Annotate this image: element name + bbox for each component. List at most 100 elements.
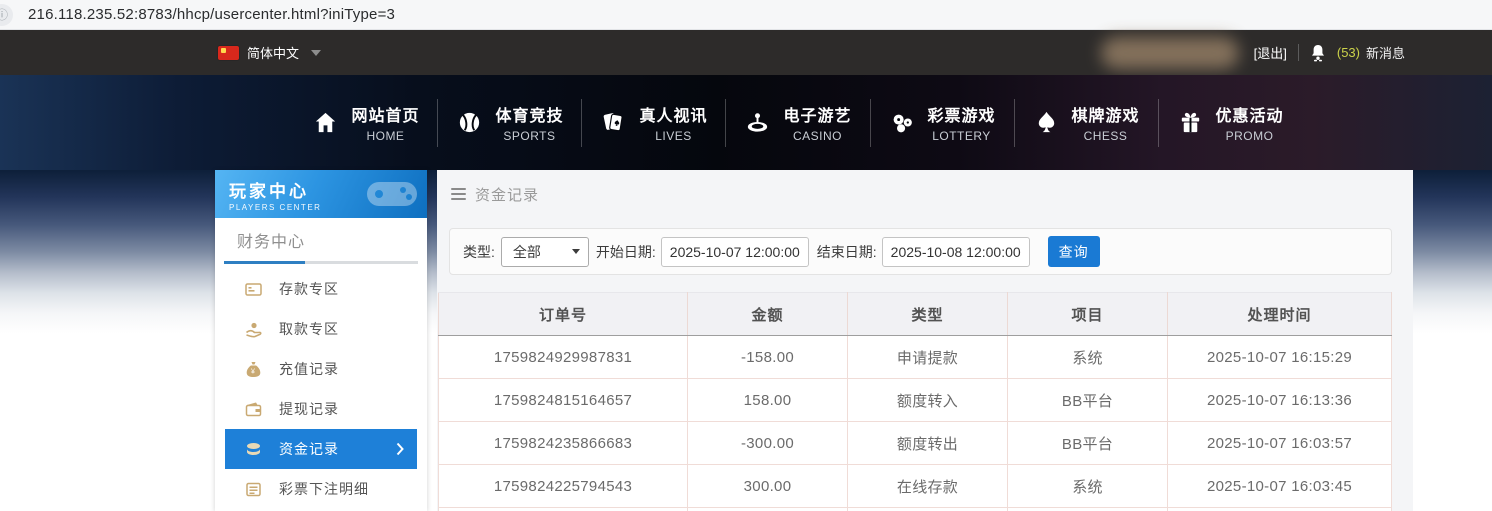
summary-label: 当前页统计 [439,508,688,511]
chevron-down-icon [311,50,321,56]
nav-item-lives[interactable]: 真人视讯 LIVES [582,102,725,143]
top-utility-bar: 简体中文 [退出] (53) 新消息 [0,30,1492,75]
nav-item-promo[interactable]: 优惠活动 PROMO [1159,102,1302,143]
cell-type: 额度转入 [848,379,1008,422]
filter-bar: 类型: 全部 开始日期: 结束日期: 查询 [449,228,1392,275]
nav-item-home[interactable]: 网站首页 HOME [294,102,437,143]
cell-type: 额度转出 [848,422,1008,465]
hamburger-icon [451,188,466,200]
sidebar-header: 玩家中心 PLAYERS CENTER [215,170,427,218]
svg-text:¥: ¥ [251,368,256,375]
cell-project: 系统 [1008,336,1168,379]
breadcrumb: 资金记录 [437,170,1413,218]
url-text[interactable]: 216.118.235.52:8783/hhcp/usercenter.html… [28,6,395,23]
nav-label-en: CASINO [793,129,842,143]
sidebar-menu: 存款专区 取款专区 ¥ 充值记录 [215,269,427,509]
nav-item-casino[interactable]: 电子游艺 CASINO [726,102,869,143]
funds-records-table: 订单号 金额 类型 项目 处理时间 1759824929987831 -158.… [438,292,1392,511]
nav-label-en: SPORTS [503,129,555,143]
site-info-icon[interactable]: ⓘ [0,4,13,26]
table-row: 1759824929987831 -158.00 申请提款 系统 2025-10… [439,336,1392,379]
header-amount: 金额 [688,293,848,336]
table-header-row: 订单号 金额 类型 项目 处理时间 [439,293,1392,336]
roulette-icon [744,109,771,136]
sidebar-item-funds-records[interactable]: 资金记录 [225,429,417,469]
nav-label-en: PROMO [1226,129,1274,143]
coins-icon [245,441,262,458]
nav-item-lottery[interactable]: 彩票游戏 LOTTERY [871,102,1014,143]
sidebar-item-label: 取款专区 [279,319,339,339]
end-date-input[interactable] [882,237,1030,267]
browser-address-bar[interactable]: ⓘ 216.118.235.52:8783/hhcp/usercenter.ht… [0,0,1492,30]
section-underline-accent [224,261,305,264]
section-underline [224,261,418,264]
table-row: 1759824225794543 300.00 在线存款 系统 2025-10-… [439,465,1392,508]
nav-label-zh: 棋牌游戏 [1072,102,1140,126]
nav-item-chess[interactable]: 棋牌游戏 CHESS [1015,102,1158,143]
page-background: 玩家中心 PLAYERS CENTER 财务中心 存款专区 [0,170,1492,511]
home-icon [312,109,339,136]
message-count-badge: (53) [1337,45,1360,60]
nav-label-en: LOTTERY [932,129,991,143]
end-date-label: 结束日期: [817,242,877,262]
sidebar-item-lottery-bet-details[interactable]: 彩票下注明细 [225,469,417,509]
nav-label-en: CHESS [1084,129,1128,143]
type-select[interactable]: 全部 [501,237,589,267]
nav-label-zh: 体育竞技 [495,102,563,126]
nav-label-en: LIVES [655,129,692,143]
header-order-no: 订单号 [439,293,688,336]
sidebar-item-label: 存款专区 [279,279,339,299]
chevron-right-icon [396,442,404,456]
nav-label-zh: 彩票游戏 [928,102,996,126]
bell-icon[interactable] [1310,44,1326,62]
breadcrumb-label: 资金记录 [475,184,539,205]
username-redacted [1101,37,1239,69]
wallet-icon [245,401,262,418]
cell-empty [1008,508,1168,511]
query-button[interactable]: 查询 [1048,236,1100,267]
cell-order-no: 1759824929987831 [439,336,688,379]
playing-cards-icon [600,109,627,136]
language-selector[interactable]: 简体中文 [218,43,321,62]
cell-process-time: 2025-10-07 16:15:29 [1168,336,1392,379]
cell-order-no: 1759824815164657 [439,379,688,422]
sports-ball-icon [456,109,483,136]
cell-process-time: 2025-10-07 16:03:45 [1168,465,1392,508]
logout-button[interactable]: [退出] [1254,43,1287,62]
sidebar-item-deposit-zone[interactable]: 存款专区 [225,269,417,309]
sidebar-item-recharge-records[interactable]: ¥ 充值记录 [225,349,417,389]
sidebar-item-withdraw-zone[interactable]: 取款专区 [225,309,417,349]
start-date-label: 开始日期: [596,242,656,262]
list-document-icon [245,481,262,498]
cell-amount: 300.00 [688,465,848,508]
divider [1298,44,1299,61]
cell-process-time: 2025-10-07 16:13:36 [1168,379,1392,422]
nav-label-en: HOME [366,129,404,143]
cell-amount: -158.00 [688,336,848,379]
sidebar-item-label: 充值记录 [279,359,339,379]
messages-link[interactable]: (53) 新消息 [1337,43,1405,62]
language-label: 简体中文 [247,43,299,62]
main-content-panel: 资金记录 类型: 全部 开始日期: 结束日期: 查询 订单号 金额 类型 项目 [437,170,1413,511]
main-navigation: 网站首页 HOME 体育竞技 SPORTS 真人视讯 LI [0,75,1492,170]
table-summary-row: 当前页统计 0.00 [439,508,1392,511]
section-title: 财务中心 [215,218,427,252]
lottery-balls-icon [889,109,916,136]
cell-amount: -300.00 [688,422,848,465]
nav-label-zh: 电子游艺 [783,102,851,126]
nav-item-sports[interactable]: 体育竞技 SPORTS [438,102,581,143]
start-date-input[interactable] [661,237,809,267]
cell-process-time: 2025-10-07 16:03:57 [1168,422,1392,465]
header-process-time: 处理时间 [1168,293,1392,336]
cell-order-no: 1759824235866683 [439,422,688,465]
nav-label-zh: 真人视讯 [639,102,707,126]
type-filter-label: 类型: [463,242,495,262]
header-project: 项目 [1008,293,1168,336]
spade-icon [1033,109,1060,136]
cell-project: BB平台 [1008,379,1168,422]
gamepad-decor-icon [365,176,419,210]
sidebar-item-withdrawal-records[interactable]: 提现记录 [225,389,417,429]
hand-money-icon [245,321,262,338]
sidebar-section: 财务中心 [215,218,427,269]
cell-type: 在线存款 [848,465,1008,508]
